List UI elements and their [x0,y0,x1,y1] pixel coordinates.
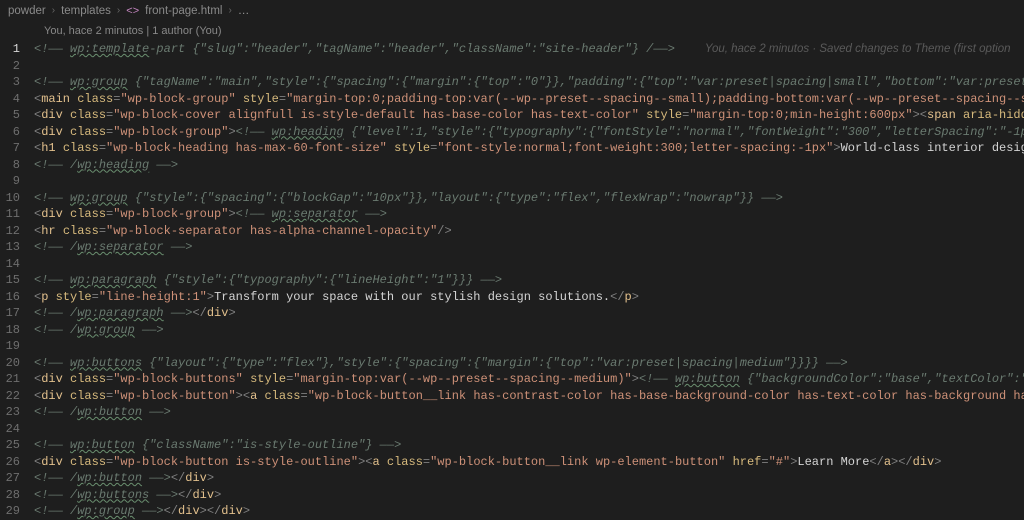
code-line[interactable]: 22<div class="wp-block-button"><a class=… [0,388,1024,405]
line-content[interactable]: <!—— wp:paragraph {"style":{"typography"… [34,272,1024,289]
line-content[interactable]: <!—— /wp:separator ——> [34,239,1024,256]
line-content[interactable]: <!—— /wp:buttons ——></div> [34,487,1024,504]
line-number: 16 [0,289,34,306]
breadcrumb-root[interactable]: powder [8,3,46,20]
chevron-right-icon: › [117,3,120,20]
line-number: 18 [0,322,34,339]
line-content[interactable] [34,173,1024,190]
line-number: 8 [0,157,34,174]
code-line[interactable]: 24 [0,421,1024,438]
code-line[interactable]: 7<h1 class="wp-block-heading has-max-60-… [0,140,1024,157]
code-line[interactable]: 18<!—— /wp:group ——> [0,322,1024,339]
line-content[interactable] [34,421,1024,438]
line-content[interactable]: <!—— wp:button {"className":"is-style-ou… [34,437,1024,454]
line-number: 5 [0,107,34,124]
chevron-right-icon: › [228,3,231,20]
code-line[interactable]: 23<!—— /wp:button ——> [0,404,1024,421]
code-line[interactable]: 2 [0,58,1024,75]
code-line[interactable]: 27<!—— /wp:button ——></div> [0,470,1024,487]
line-content[interactable]: <div class="wp-block-group"><!—— wp:sepa… [34,206,1024,223]
code-line[interactable]: 29<!—— /wp:group ——></div></div> [0,503,1024,520]
line-number: 20 [0,355,34,372]
line-content[interactable]: <!—— /wp:paragraph ——></div> [34,305,1024,322]
line-number: 13 [0,239,34,256]
line-number: 14 [0,256,34,273]
line-content[interactable]: <div class="wp-block-button"><a class="w… [34,388,1024,405]
code-line[interactable]: 25<!—— wp:button {"className":"is-style-… [0,437,1024,454]
line-number: 23 [0,404,34,421]
code-line[interactable]: 13<!—— /wp:separator ——> [0,239,1024,256]
line-content[interactable]: <!—— /wp:group ——></div></div> [34,503,1024,520]
line-number: 17 [0,305,34,322]
line-content[interactable] [34,256,1024,273]
line-number: 27 [0,470,34,487]
breadcrumb-file[interactable]: front-page.html [145,3,222,20]
code-line[interactable]: 19 [0,338,1024,355]
line-content[interactable]: <!—— /wp:group ——> [34,322,1024,339]
line-number: 24 [0,421,34,438]
line-number: 7 [0,140,34,157]
line-number: 19 [0,338,34,355]
line-content[interactable]: <div class="wp-block-cover alignfull is-… [34,107,1024,124]
inline-git-blame: You, hace 2 minutos · Saved changes to T… [675,43,1011,55]
code-line[interactable]: 9 [0,173,1024,190]
line-content[interactable]: <!—— wp:template-part {"slug":"header","… [34,41,1024,58]
line-number: 25 [0,437,34,454]
code-line[interactable]: 10<!—— wp:group {"style":{"spacing":{"bl… [0,190,1024,207]
line-content[interactable]: <!—— /wp:heading ——> [34,157,1024,174]
breadcrumb-folder[interactable]: templates [61,3,111,20]
code-line[interactable]: 5<div class="wp-block-cover alignfull is… [0,107,1024,124]
code-editor[interactable]: 1<!—— wp:template-part {"slug":"header",… [0,41,1024,520]
line-number: 22 [0,388,34,405]
code-line[interactable]: 16<p style="line-height:1">Transform you… [0,289,1024,306]
line-content[interactable]: <!—— wp:group {"tagName":"main","style":… [34,74,1024,91]
line-content[interactable]: <hr class="wp-block-separator has-alpha-… [34,223,1024,240]
code-line[interactable]: 11<div class="wp-block-group"><!—— wp:se… [0,206,1024,223]
line-content[interactable]: <p style="line-height:1">Transform your … [34,289,1024,306]
code-line[interactable]: 21<div class="wp-block-buttons" style="m… [0,371,1024,388]
breadcrumb-ellipsis[interactable]: … [238,3,250,20]
code-line[interactable]: 17<!—— /wp:paragraph ——></div> [0,305,1024,322]
line-content[interactable]: <!—— wp:group {"style":{"spacing":{"bloc… [34,190,1024,207]
line-content[interactable]: <!—— /wp:button ——></div> [34,470,1024,487]
line-number: 12 [0,223,34,240]
line-content[interactable] [34,338,1024,355]
code-line[interactable]: 4<main class="wp-block-group" style="mar… [0,91,1024,108]
line-number: 21 [0,371,34,388]
line-content[interactable]: <main class="wp-block-group" style="marg… [34,91,1024,108]
line-content[interactable]: <div class="wp-block-group"><!—— wp:head… [34,124,1024,141]
code-line[interactable]: 15<!—— wp:paragraph {"style":{"typograph… [0,272,1024,289]
line-number: 29 [0,503,34,520]
line-number: 4 [0,91,34,108]
line-content[interactable]: <!—— /wp:button ——> [34,404,1024,421]
line-content[interactable] [34,58,1024,75]
line-content[interactable]: <div class="wp-block-button is-style-out… [34,454,1024,471]
line-number: 1 [0,41,34,58]
code-line[interactable]: 14 [0,256,1024,273]
code-line[interactable]: 28<!—— /wp:buttons ——></div> [0,487,1024,504]
code-line[interactable]: 26<div class="wp-block-button is-style-o… [0,454,1024,471]
chevron-right-icon: › [52,3,55,20]
html-file-icon: <> [126,3,139,20]
line-content[interactable]: <h1 class="wp-block-heading has-max-60-f… [34,140,1024,157]
code-line[interactable]: 1<!—— wp:template-part {"slug":"header",… [0,41,1024,58]
line-content[interactable]: <div class="wp-block-buttons" style="mar… [34,371,1024,388]
line-number: 3 [0,74,34,91]
line-number: 15 [0,272,34,289]
line-number: 10 [0,190,34,207]
breadcrumb: powder › templates › <> front-page.html … [0,0,1024,23]
code-line[interactable]: 6<div class="wp-block-group"><!—— wp:hea… [0,124,1024,141]
code-line[interactable]: 3<!—— wp:group {"tagName":"main","style"… [0,74,1024,91]
codelens-authors[interactable]: You, hace 2 minutos | 1 author (You) [0,23,1024,42]
code-line[interactable]: 20<!—— wp:buttons {"layout":{"type":"fle… [0,355,1024,372]
code-line[interactable]: 12<hr class="wp-block-separator has-alph… [0,223,1024,240]
line-number: 6 [0,124,34,141]
line-number: 11 [0,206,34,223]
line-number: 2 [0,58,34,75]
line-number: 9 [0,173,34,190]
code-line[interactable]: 8<!—— /wp:heading ——> [0,157,1024,174]
line-number: 26 [0,454,34,471]
line-number: 28 [0,487,34,504]
line-content[interactable]: <!—— wp:buttons {"layout":{"type":"flex"… [34,355,1024,372]
